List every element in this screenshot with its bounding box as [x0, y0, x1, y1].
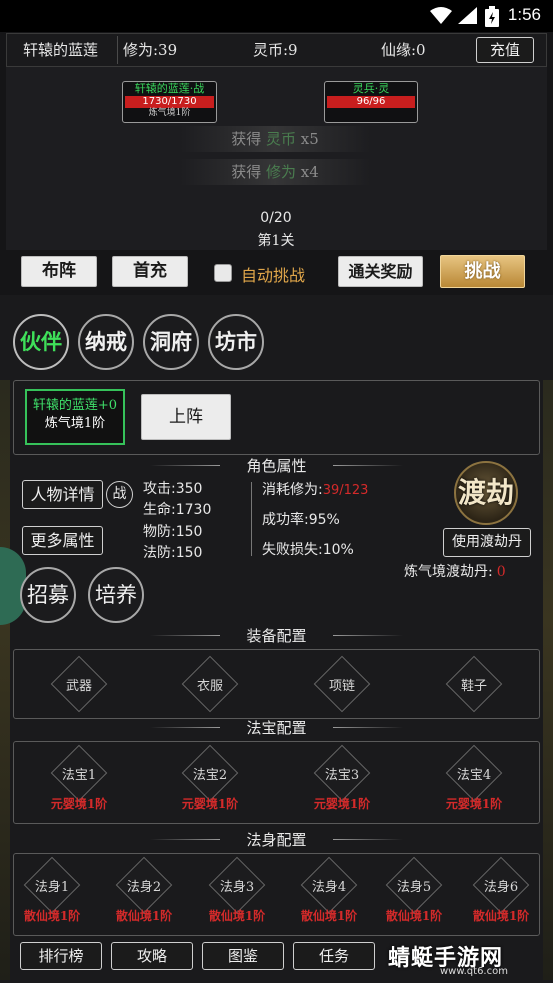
treasure-slot-label: 法宝4: [456, 768, 492, 783]
treasure-slot-requirement: 元婴境1阶: [181, 797, 239, 811]
gain-row: 获得 灵币 x5: [180, 126, 370, 152]
treasure-slot-requirement: 元婴境1阶: [313, 797, 371, 811]
more-attributes-button[interactable]: 更多属性: [22, 526, 103, 555]
success-rate-stat: 成功率:95%: [262, 512, 340, 528]
gain-item: 灵币: [265, 130, 296, 148]
clear-reward-button[interactable]: 通关奖励: [338, 256, 423, 287]
train-button[interactable]: 培养: [88, 567, 144, 623]
body-slot-requirement: 散仙境1阶: [208, 909, 266, 923]
body-slot-requirement: 散仙境1阶: [385, 909, 443, 923]
deploy-button[interactable]: 上阵: [141, 394, 231, 440]
player-name: 轩辕的蓝莲: [23, 41, 99, 59]
battle-badge[interactable]: 战: [106, 481, 133, 508]
treasure-slot-requirement: 元婴境1阶: [445, 797, 503, 811]
stage-progress: 0/20: [260, 210, 292, 226]
status-bar: 1:56: [0, 0, 553, 32]
body-slot-label: 法身2: [126, 880, 162, 895]
tab-cave[interactable]: 洞府: [143, 314, 199, 370]
treasure-title: 法宝配置: [150, 717, 403, 739]
body-slot-label: 法身1: [34, 880, 70, 895]
battery-icon: [485, 6, 499, 27]
auto-challenge-checkbox[interactable]: [214, 264, 232, 282]
cultivation-value: 修为:39: [123, 41, 178, 59]
enemy-hp-bar: 96/96: [327, 96, 415, 108]
clock: 1:56: [507, 5, 541, 24]
attack-stat: 攻击:350: [143, 481, 203, 497]
body-slot-requirement: 散仙境1阶: [300, 909, 358, 923]
cost-stat: 消耗修为:39/123: [262, 482, 369, 498]
hero-card-level: 炼气境1阶: [44, 416, 106, 431]
body-slot-label: 法身4: [311, 880, 347, 895]
top-info-bar: 轩辕的蓝莲 修为:39 灵币:9 仙缘:0 充值: [6, 33, 547, 67]
side-art-right: [543, 380, 553, 980]
divider: [117, 36, 118, 64]
tab-partner[interactable]: 伙伴: [13, 314, 69, 370]
tab-market[interactable]: 坊市: [208, 314, 264, 370]
enemy-unit-name: 灵兵·灵: [352, 82, 390, 95]
body-slot-label: 法身5: [396, 880, 432, 895]
quest-button[interactable]: 任务: [293, 942, 375, 970]
spirit-coin-value: 灵币:9: [253, 41, 298, 59]
body-slot-label: 法身3: [219, 880, 255, 895]
gain-row: 获得 修为 x4: [180, 159, 370, 185]
body-slot-requirement: 散仙境1阶: [472, 909, 530, 923]
stage-label: 第1关: [257, 233, 295, 249]
wifi-icon: [430, 7, 452, 24]
gain-item: 修为: [265, 163, 296, 181]
auto-challenge-label[interactable]: 自动挑战: [241, 262, 305, 286]
life-stat: 生命:1730: [143, 502, 212, 518]
player-unit-level: 炼气境1阶: [148, 108, 191, 118]
codex-button[interactable]: 图鉴: [202, 942, 284, 970]
fail-loss-stat: 失败损失:10%: [262, 542, 354, 558]
equipment-title: 装备配置: [150, 625, 403, 647]
divider: [251, 482, 252, 556]
side-art-left: [0, 380, 10, 980]
body-slot-requirement: 散仙境1阶: [23, 909, 81, 923]
treasure-slot-requirement: 元婴境1阶: [50, 797, 108, 811]
formation-button[interactable]: 布阵: [21, 256, 97, 287]
equipment-slot-label: 武器: [65, 679, 92, 694]
hero-card-name: 轩辕的蓝莲+0: [32, 398, 118, 413]
physical-defense-stat: 物防:150: [143, 524, 203, 540]
watermark-url: www.qt6.com: [440, 966, 508, 977]
tribulation-emblem[interactable]: 渡劫: [454, 461, 518, 525]
pill-count-label: 炼气境渡劫丹: 0: [404, 564, 506, 580]
leaderboard-button[interactable]: 排行榜: [20, 942, 102, 970]
enemy-unit-card[interactable]: 灵兵·灵 96/96: [324, 81, 418, 123]
player-unit-name: 轩辕的蓝莲·战: [134, 82, 205, 95]
body-title: 法身配置: [150, 829, 403, 851]
guide-button[interactable]: 攻略: [111, 942, 193, 970]
first-recharge-button[interactable]: 首充: [112, 256, 188, 287]
player-unit-card[interactable]: 轩辕的蓝莲·战 1730/1730 炼气境1阶: [122, 81, 217, 123]
treasure-slot-label: 法宝3: [324, 768, 360, 783]
use-pill-button[interactable]: 使用渡劫丹: [443, 528, 531, 557]
equipment-slot-label: 鞋子: [460, 679, 487, 694]
equipment-slot-label: 项链: [328, 679, 355, 694]
body-slot-requirement: 散仙境1阶: [115, 909, 173, 923]
treasure-slot-label: 法宝1: [61, 768, 97, 783]
fate-value: 仙缘:0: [381, 41, 426, 59]
treasure-slot-label: 法宝2: [192, 768, 228, 783]
challenge-button[interactable]: 挑战: [440, 255, 525, 288]
equipment-slot-label: 衣服: [196, 679, 223, 694]
hero-card[interactable]: 轩辕的蓝莲+0 炼气境1阶: [25, 389, 125, 445]
body-slot-label: 法身6: [483, 880, 519, 895]
character-details-button[interactable]: 人物详情: [22, 480, 103, 509]
attributes-title: 角色属性: [150, 455, 403, 477]
recharge-button[interactable]: 充值: [476, 37, 534, 63]
signal-icon: [458, 7, 477, 24]
tab-ring[interactable]: 纳戒: [78, 314, 134, 370]
recruit-button[interactable]: 招募: [20, 567, 76, 623]
player-hp-bar: 1730/1730: [125, 96, 214, 108]
magic-defense-stat: 法防:150: [143, 545, 203, 561]
